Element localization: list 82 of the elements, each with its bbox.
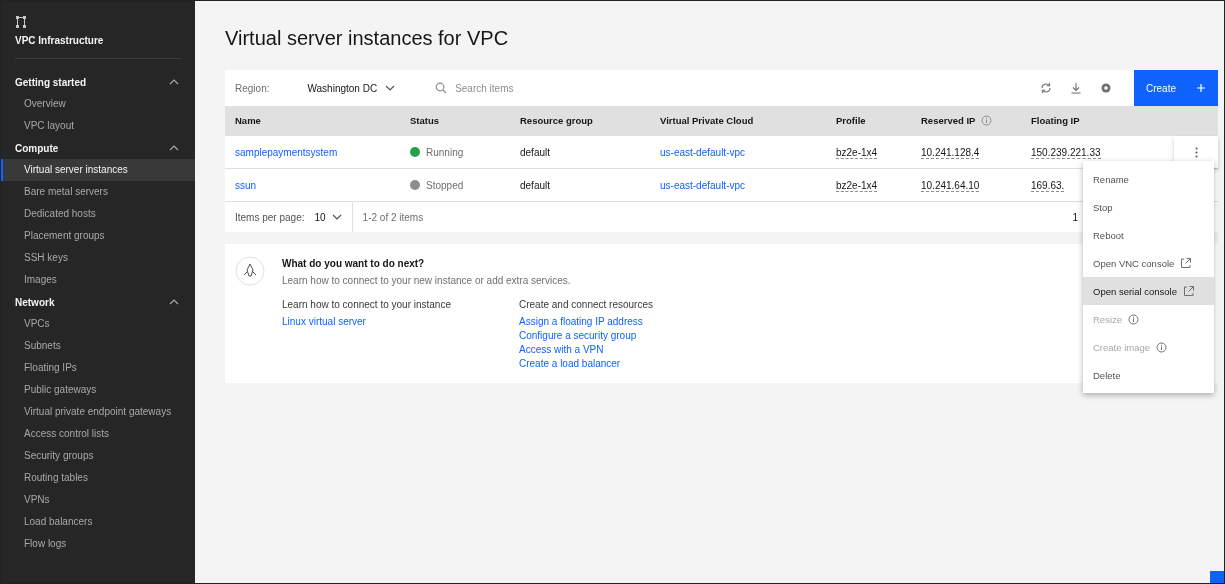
resource-link[interactable]: Configure a security group: [519, 330, 637, 341]
page-number[interactable]: 1: [1072, 211, 1078, 223]
column-header: Status: [410, 115, 440, 126]
sidebar-item[interactable]: Routing tables: [1, 467, 195, 489]
resource-link[interactable]: Linux virtual server: [282, 316, 366, 327]
status-text: Running: [426, 146, 464, 158]
status-text: Stopped: [426, 179, 464, 191]
item-range-text: 1-2 of 2 items: [362, 211, 425, 223]
sidebar-item[interactable]: Placement groups: [1, 225, 195, 247]
refresh-icon[interactable]: [1040, 82, 1052, 94]
sidebar-item[interactable]: Load balancers: [1, 511, 195, 533]
sidebar-item[interactable]: Images: [1, 269, 195, 291]
menu-item[interactable]: Stop: [1083, 193, 1214, 221]
sidebar-section[interactable]: Compute: [1, 137, 195, 159]
launch-icon: [1182, 285, 1195, 297]
sidebar-item[interactable]: VPCs: [1, 313, 195, 335]
menu-item[interactable]: Open serial console: [1083, 277, 1214, 305]
group-heading: Create and connect resources: [519, 299, 654, 310]
sidebar-item[interactable]: Virtual private endpoint gateways: [1, 401, 195, 423]
table-cell: 10.241.128.4: [921, 146, 980, 159]
info-icon: [1156, 341, 1168, 353]
sidebar-title: VPC Infrastructure: [15, 35, 104, 46]
resource-link[interactable]: Create a load balancer: [519, 358, 621, 369]
column-header: Profile: [836, 115, 866, 126]
sidebar-item[interactable]: Overview: [1, 93, 195, 115]
chevron-down-icon: [385, 84, 396, 92]
menu-item[interactable]: Delete: [1083, 361, 1214, 389]
sidebar-item[interactable]: Virtual server instances: [1, 159, 195, 181]
sidebar-item[interactable]: Bare metal servers: [1, 181, 195, 203]
sidebar-section[interactable]: Getting started: [1, 71, 195, 93]
instance-link[interactable]: ssun: [225, 179, 257, 191]
sidebar-item[interactable]: Flow logs: [1, 533, 195, 555]
sidebar-item[interactable]: VPNs: [1, 489, 195, 511]
chevron-down-icon: [331, 213, 342, 221]
launch-icon: [1180, 257, 1193, 269]
items-per-page-select[interactable]: 10: [314, 202, 353, 232]
region-label: Region:: [235, 82, 270, 94]
search-field[interactable]: Search items: [455, 82, 656, 94]
app-logo-icon: [15, 15, 27, 29]
next-steps-subtitle: Learn how to connect to your new instance or add extra services.: [282, 275, 572, 286]
table-cell: bz2e-1x4: [836, 179, 878, 192]
download-icon[interactable]: [1070, 82, 1082, 94]
plus-icon: [1196, 83, 1206, 93]
resource-link[interactable]: Access with a VPN: [519, 344, 604, 355]
sidebar-item[interactable]: VPC layout: [1, 115, 195, 137]
next-steps-title: What do you want to do next?: [282, 258, 426, 269]
table-cell: 150.239.221.33: [1031, 146, 1101, 159]
table-cell: 10.241.64.10: [921, 179, 980, 192]
menu-item[interactable]: Open VNC console: [1083, 249, 1214, 277]
info-icon: [1128, 313, 1140, 325]
sidebar-item[interactable]: Subnets: [1, 335, 195, 357]
table-cell-text: default: [519, 179, 552, 191]
column-header: Reserved IP: [921, 115, 976, 126]
settings-icon[interactable]: [1100, 82, 1112, 94]
sidebar-item[interactable]: Dedicated hosts: [1, 203, 195, 225]
create-button[interactable]: Create: [1134, 70, 1218, 106]
sidebar-item[interactable]: Access control lists: [1, 423, 195, 445]
overflow-menu-icon: [1194, 146, 1198, 158]
search-icon: [435, 82, 448, 94]
page-title: Virtual server instances for VPC: [225, 27, 510, 50]
region-dropdown[interactable]: Washington DC: [307, 82, 396, 94]
table-cell-text: default: [519, 146, 552, 158]
table-cell: 169.63.: [1031, 179, 1065, 192]
menu-item[interactable]: Rename: [1083, 165, 1214, 193]
items-per-page-label: Items per page:: [235, 211, 305, 223]
sidebar-item[interactable]: Public gateways: [1, 379, 195, 401]
table-cell: bz2e-1x4: [836, 146, 878, 159]
group-heading: Learn how to connect to your instance: [282, 299, 452, 310]
rocket-icon: [235, 256, 265, 286]
column-header: Virtual Private Cloud: [660, 115, 754, 126]
column-header: Name: [235, 115, 261, 126]
column-header: Resource group: [520, 115, 593, 126]
vpc-link[interactable]: us-east-default-vpc: [650, 179, 746, 191]
sidebar-item[interactable]: Security groups: [1, 445, 195, 467]
vpc-link[interactable]: us-east-default-vpc: [650, 146, 746, 158]
sidebar-item[interactable]: Floating IPs: [1, 357, 195, 379]
resource-link[interactable]: Assign a floating IP address: [519, 316, 643, 327]
menu-item[interactable]: Reboot: [1083, 221, 1214, 249]
sidebar-section[interactable]: Network: [1, 291, 195, 313]
instance-link[interactable]: samplepaymentsystem: [225, 146, 338, 158]
column-header: Floating IP: [1031, 115, 1080, 126]
sidebar-item[interactable]: SSH keys: [1, 247, 195, 269]
